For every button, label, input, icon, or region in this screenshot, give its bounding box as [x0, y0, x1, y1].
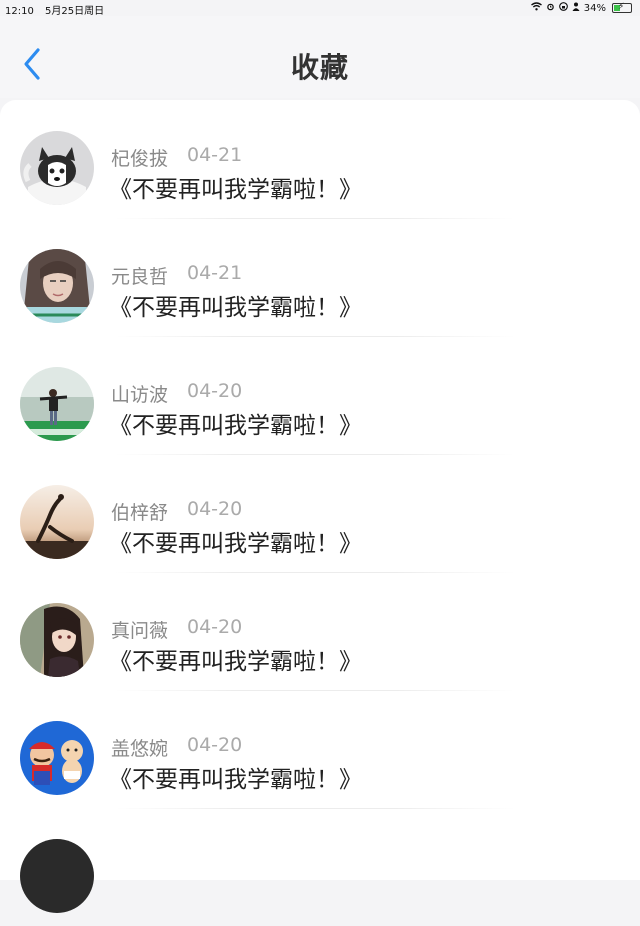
- item-title[interactable]: 《不要再叫我学霸啦！》: [109, 524, 362, 558]
- avatar: [20, 131, 94, 205]
- user-name: 伯梓舒: [111, 502, 169, 524]
- lock-rotation-icon: [558, 2, 568, 14]
- divider: [115, 454, 515, 455]
- list-item[interactable]: 盖悠婉 04-20 《不要再叫我学霸啦！》: [0, 690, 640, 808]
- list-item[interactable]: 真问薇 04-20 《不要再叫我学霸啦！》: [0, 572, 640, 690]
- avatar: [20, 249, 94, 323]
- list-item[interactable]: 伯梓舒 04-20 《不要再叫我学霸啦！》: [0, 454, 640, 572]
- page-title: 收藏: [290, 51, 349, 84]
- user-name: 盖悠婉: [111, 738, 169, 760]
- user-name: 真问薇: [111, 620, 169, 642]
- item-title[interactable]: 《不要再叫我学霸啦！》: [109, 406, 362, 440]
- user-name: 元良哲: [111, 266, 169, 288]
- nav-header: 收藏: [0, 16, 640, 98]
- item-date: 04-21: [187, 144, 243, 166]
- alarm-icon: [546, 2, 555, 14]
- battery-icon: ⚡: [612, 2, 632, 13]
- favorites-list: 杞俊拔 04-21 《不要再叫我学霸啦！》 元良哲 04-21 《不要再叫我学霸…: [0, 100, 640, 913]
- divider: [115, 218, 515, 219]
- list-item[interactable]: [0, 808, 640, 926]
- item-title[interactable]: 《不要再叫我学霸啦！》: [109, 288, 362, 322]
- item-title[interactable]: 《不要再叫我学霸啦！》: [109, 642, 362, 676]
- list-item[interactable]: 山访波 04-20 《不要再叫我学霸啦！》: [0, 336, 640, 454]
- divider: [115, 336, 515, 337]
- list-item[interactable]: 元良哲 04-21 《不要再叫我学霸啦！》: [0, 218, 640, 336]
- divider: [115, 690, 515, 691]
- item-title[interactable]: 《不要再叫我学霸啦！》: [109, 760, 362, 794]
- avatar: [20, 721, 94, 795]
- avatar: [20, 367, 94, 441]
- item-date: 04-20: [187, 734, 243, 756]
- battery-percent: 34%: [583, 2, 606, 14]
- avatar: [20, 485, 94, 559]
- avatar: [20, 603, 94, 677]
- person-icon: [572, 2, 580, 14]
- divider: [115, 572, 515, 573]
- avatar: [20, 839, 94, 913]
- item-title[interactable]: 《不要再叫我学霸啦！》: [109, 170, 362, 204]
- user-name: 山访波: [111, 384, 169, 406]
- user-name: 杞俊拔: [111, 148, 169, 170]
- list-item[interactable]: 杞俊拔 04-21 《不要再叫我学霸啦！》: [0, 100, 640, 218]
- wifi-icon: [530, 2, 542, 14]
- item-date: 04-20: [187, 616, 243, 638]
- item-date: 04-20: [187, 498, 243, 520]
- divider: [115, 808, 515, 809]
- item-date: 04-21: [187, 262, 243, 284]
- item-date: 04-20: [187, 380, 243, 402]
- status-bar: 12:10 5月25日周日 34% ⚡: [0, 0, 640, 17]
